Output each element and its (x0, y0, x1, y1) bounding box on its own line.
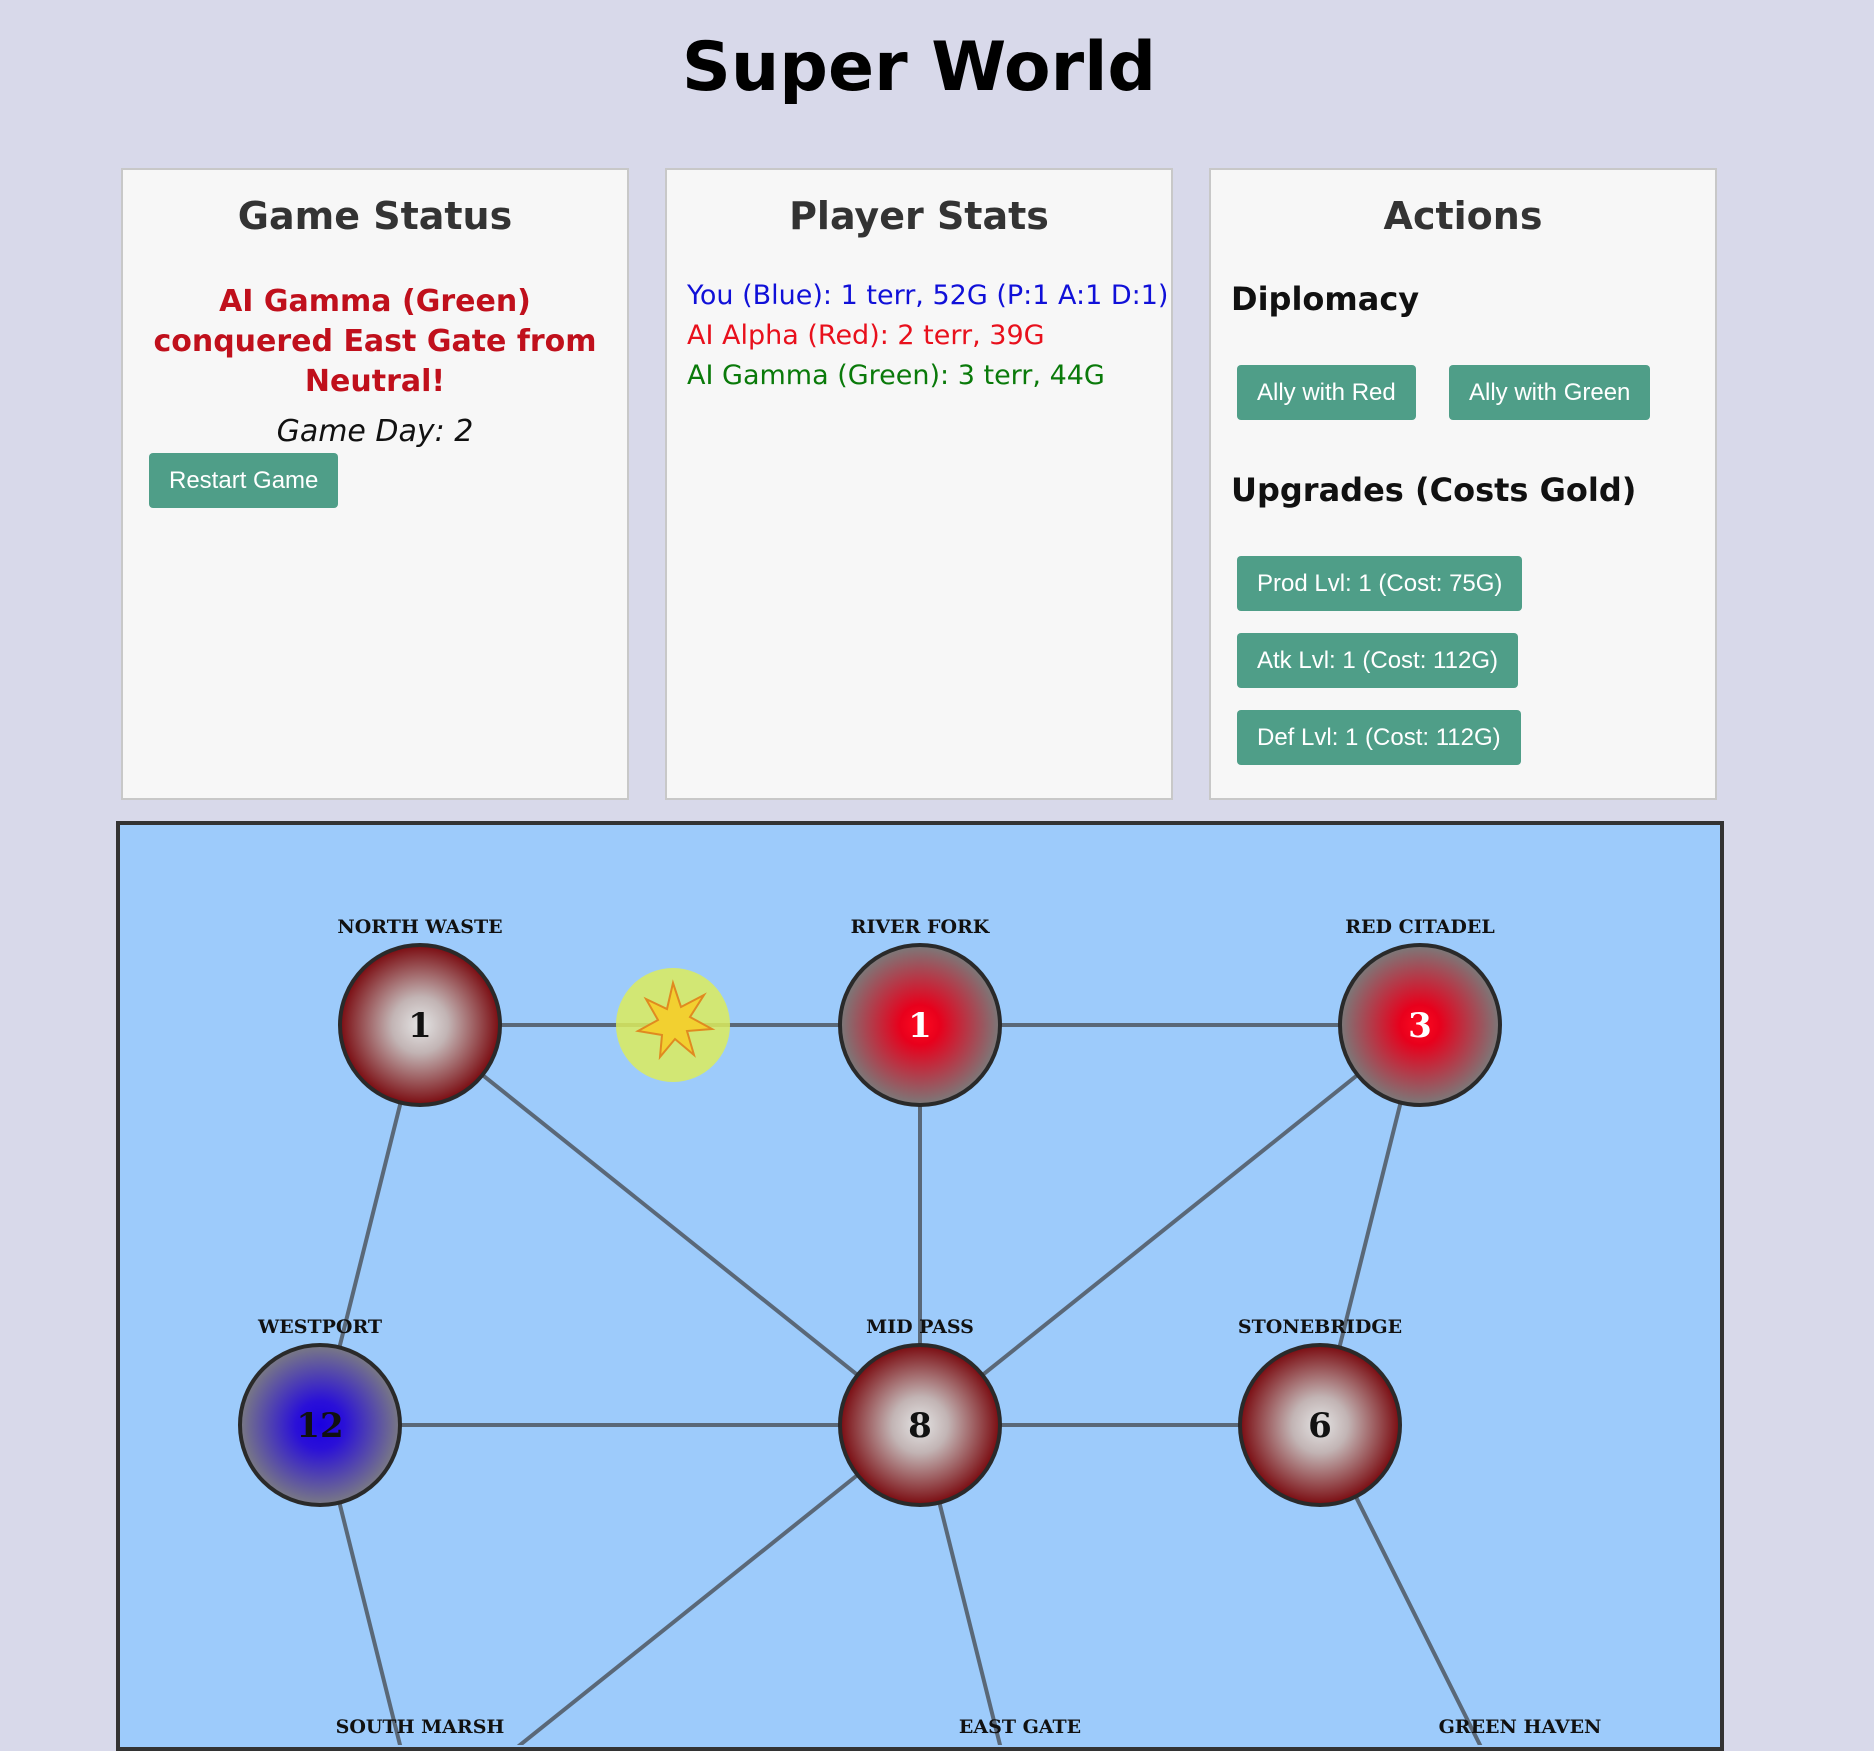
map-canvas: NORTH WASTE 1 RIVER FORK 1 RED CITADEL 3… (238, 916, 1602, 1745)
territory-label: SOUTH MARSH (336, 1716, 505, 1738)
player-stat-blue: You (Blue): 1 terr, 52G (P:1 A:1 D:1) (687, 280, 1169, 311)
troop-count: 12 (296, 1406, 343, 1446)
territory-label: STONEBRIDGE (1238, 1316, 1402, 1338)
territory-westport[interactable]: WESTPORT 12 (238, 1316, 402, 1507)
attack-burst-effect (616, 968, 730, 1082)
territory-mid-pass[interactable]: MID PASS 8 (838, 1316, 1002, 1507)
game-status-heading: Game Status (237, 194, 513, 238)
player-stats-heading: Player Stats (789, 194, 1049, 238)
territory-red-citadel[interactable]: RED CITADEL 3 (1338, 916, 1502, 1107)
territory-stonebridge[interactable]: STONEBRIDGE 6 (1238, 1316, 1402, 1507)
troop-count: 6 (1308, 1406, 1332, 1446)
territory-east-gate[interactable]: EAST GATE (959, 1716, 1081, 1738)
troop-count: 8 (908, 1406, 932, 1446)
connection-line (516, 1423, 922, 1745)
diplomacy-heading: Diplomacy (1231, 280, 1420, 318)
territory-label: NORTH WASTE (337, 916, 502, 938)
territory-label: WESTPORT (257, 1316, 382, 1338)
game-title: Super World (681, 28, 1157, 107)
territory-label: MID PASS (866, 1316, 974, 1338)
territory-north-waste[interactable]: NORTH WASTE 1 (337, 916, 503, 1107)
ally-red-button[interactable]: Ally with Red (1237, 365, 1416, 420)
player-stat-green: AI Gamma (Green): 3 terr, 44G (687, 360, 1105, 391)
game-day: Game Day: 2 (276, 414, 474, 449)
territory-label: EAST GATE (959, 1716, 1081, 1738)
actions-heading: Actions (1383, 194, 1543, 238)
world-map: NORTH WASTE 1 RIVER FORK 1 RED CITADEL 3… (116, 821, 1724, 1751)
player-stat-red: AI Alpha (Red): 2 terr, 39G (687, 320, 1045, 351)
territory-label: RIVER FORK (851, 916, 991, 938)
territory-river-fork[interactable]: RIVER FORK 1 (838, 916, 1002, 1107)
game-status-panel: Game Status AI Gamma (Green) conquered E… (121, 168, 629, 800)
attack-upgrade-button[interactable]: Atk Lvl: 1 (Cost: 112G) (1237, 633, 1518, 688)
production-upgrade-button[interactable]: Prod Lvl: 1 (Cost: 75G) (1237, 556, 1523, 611)
territory-green-haven[interactable]: GREEN HAVEN (1439, 1716, 1602, 1738)
actions-panel: Actions Diplomacy Ally with Red Ally wit… (1209, 168, 1717, 800)
defense-upgrade-button[interactable]: Def Lvl: 1 (Cost: 112G) (1237, 710, 1521, 765)
ally-green-button[interactable]: Ally with Green (1449, 365, 1651, 420)
connection-line (418, 1023, 922, 1427)
player-stats-panel: Player Stats You (Blue): 1 terr, 52G (P:… (665, 168, 1173, 800)
status-message: AI Gamma (Green) conquered East Gate fro… (153, 284, 597, 399)
upgrades-heading: Upgrades (Costs Gold) (1231, 471, 1637, 509)
territory-label: RED CITADEL (1345, 916, 1495, 938)
troop-count: 1 (908, 1006, 932, 1046)
territory-label: GREEN HAVEN (1439, 1716, 1602, 1738)
restart-game-button[interactable]: Restart Game (149, 453, 339, 508)
troop-count: 1 (408, 1006, 432, 1046)
troop-count: 3 (1408, 1006, 1432, 1046)
player-stats-list: You (Blue): 1 terr, 52G (P:1 A:1 D:1) AI… (687, 276, 1171, 396)
territory-south-marsh[interactable]: SOUTH MARSH (336, 1716, 505, 1738)
